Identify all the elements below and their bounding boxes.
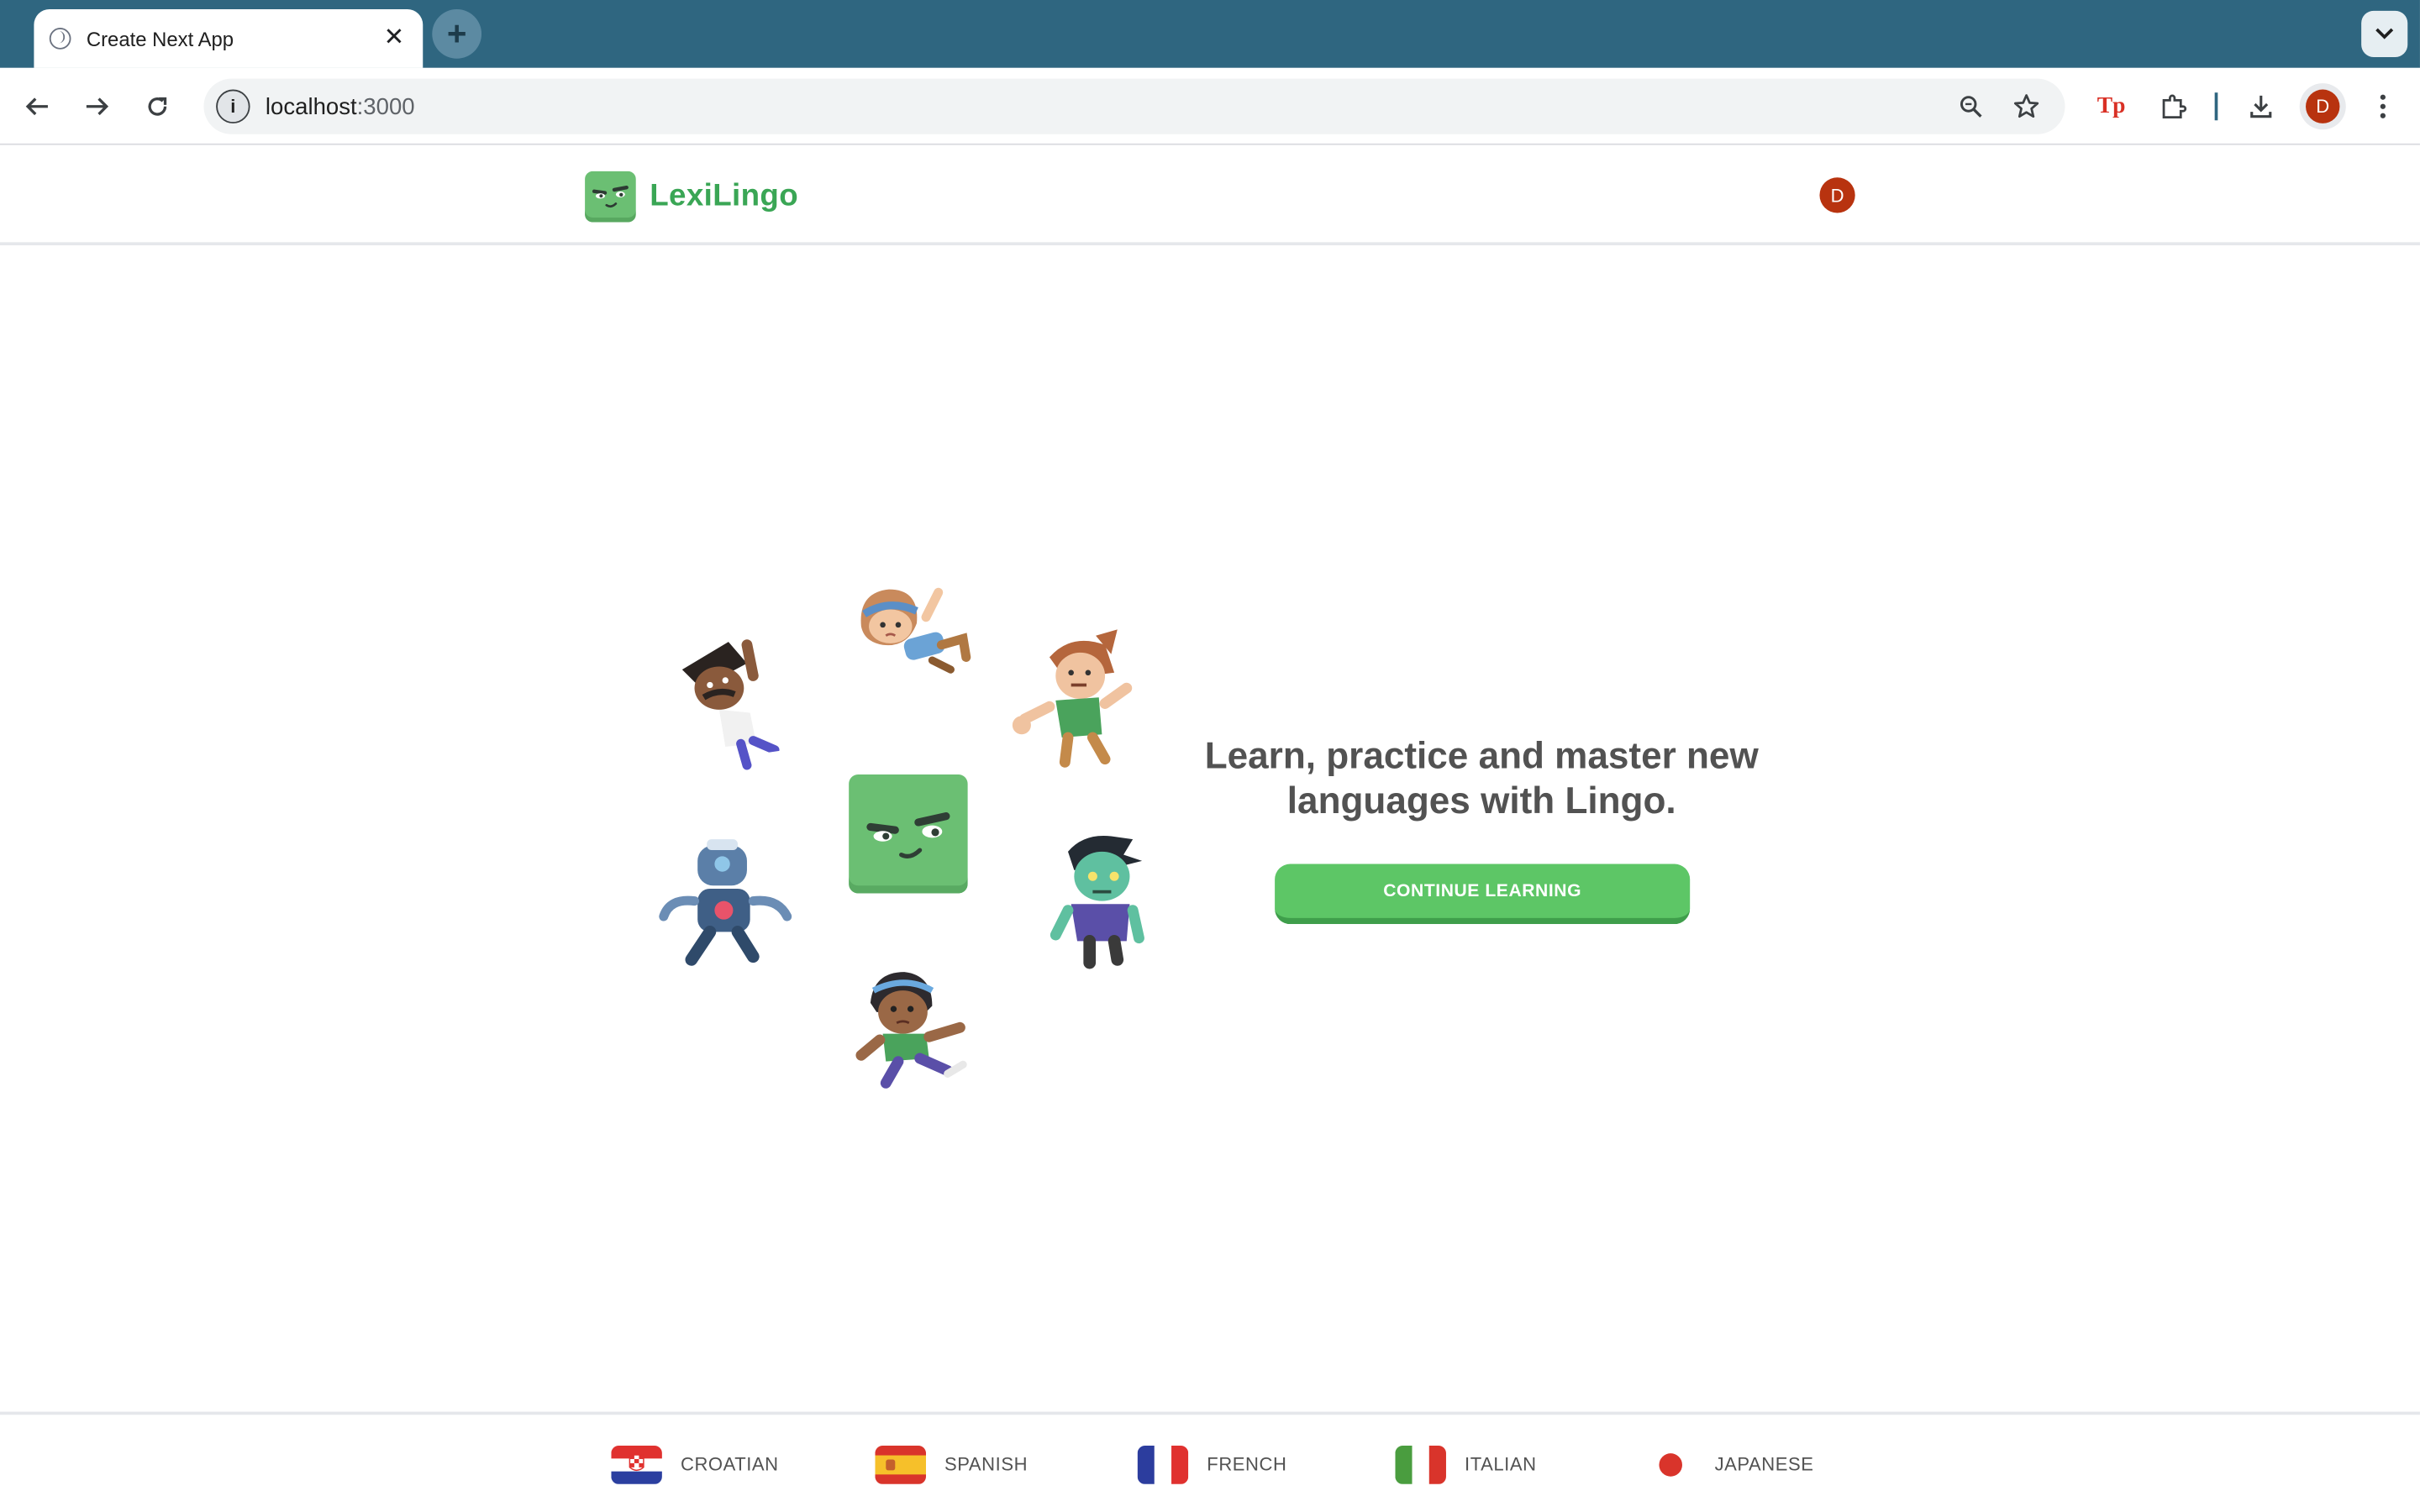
character-girl-headband-icon [860, 587, 971, 674]
character-girl-running-icon [855, 972, 967, 1089]
browser-toolbar: i localhost:3000 Tp D [0, 67, 2420, 145]
language-footer: CROATIAN SPANISH FRENCH ITALIAN JAPANESE [0, 1411, 2420, 1506]
url-text: localhost:3000 [266, 93, 415, 119]
character-guy-mustache-icon [681, 639, 791, 770]
zoom-icon[interactable] [1954, 90, 1987, 123]
language-label: SPANISH [944, 1453, 1028, 1475]
chevron-down-icon [2375, 28, 2394, 39]
language-label: JAPANESE [1714, 1453, 1814, 1475]
croatia-flag-icon [611, 1445, 662, 1483]
tab-search-button[interactable] [2361, 10, 2408, 57]
tp-extension-icon[interactable]: Tp [2093, 88, 2130, 125]
extensions-puzzle-icon[interactable] [2154, 88, 2191, 125]
site-info-icon[interactable]: i [216, 89, 250, 123]
language-italian-button[interactable]: ITALIAN [1395, 1444, 1536, 1484]
language-croatian-button[interactable]: CROATIAN [611, 1444, 778, 1484]
character-guy-green-shirt-icon [1012, 629, 1133, 768]
tab-create-next-app[interactable]: Create Next App ✕ [34, 9, 424, 68]
new-tab-button[interactable]: + [432, 9, 482, 59]
reload-icon [148, 97, 167, 116]
toolbar-separator [2214, 92, 2218, 121]
mascot-logo-icon [585, 171, 636, 223]
profile-avatar: D [2306, 89, 2340, 123]
kebab-menu-icon[interactable] [2365, 88, 2402, 125]
language-japanese-button[interactable]: JAPANESE [1644, 1444, 1814, 1484]
tab-strip: Create Next App ✕ + [0, 0, 2420, 68]
language-label: ITALIAN [1465, 1453, 1537, 1475]
brand-logo[interactable]: LexiLingo [585, 171, 798, 223]
language-label: FRENCH [1207, 1453, 1287, 1475]
brand-name: LexiLingo [650, 179, 799, 213]
language-spanish-button[interactable]: SPANISH [875, 1444, 1028, 1484]
app-header: LexiLingo D [0, 146, 2420, 246]
arrow-right-icon [86, 97, 109, 116]
france-flag-icon [1137, 1445, 1189, 1483]
hero-section: Learn, practice and master new languages… [0, 247, 2420, 1412]
forward-button[interactable] [76, 85, 118, 128]
close-tab-icon[interactable]: ✕ [384, 25, 405, 50]
spain-flag-icon [875, 1445, 927, 1483]
character-zombie-icon [1050, 835, 1144, 969]
download-icon[interactable] [2243, 88, 2280, 125]
profile-button[interactable]: D [2299, 83, 2346, 130]
reload-button[interactable] [136, 85, 179, 128]
italy-flag-icon [1395, 1445, 1446, 1483]
japan-flag-icon [1644, 1445, 1697, 1483]
bookmark-star-icon[interactable] [2009, 90, 2043, 123]
tab-title: Create Next App [86, 27, 234, 50]
arrow-left-icon [25, 97, 48, 116]
continue-learning-button[interactable]: CONTINUE LEARNING [1275, 864, 1691, 925]
mascot-center-icon [849, 774, 968, 894]
language-french-button[interactable]: FRENCH [1137, 1444, 1287, 1484]
address-bar[interactable]: i localhost:3000 [203, 78, 2065, 134]
globe-icon [49, 28, 71, 50]
browser-window: Create Next App ✕ + i localhost:3000 Tp … [0, 0, 2420, 1506]
back-button[interactable] [15, 85, 58, 128]
url-port: :3000 [356, 93, 415, 120]
language-label: CROATIAN [680, 1453, 779, 1475]
url-host: localhost [265, 93, 357, 120]
user-avatar[interactable]: D [1819, 177, 1855, 213]
character-robot-icon [659, 839, 792, 966]
hero-title: Learn, practice and master new languages… [1204, 736, 1759, 822]
